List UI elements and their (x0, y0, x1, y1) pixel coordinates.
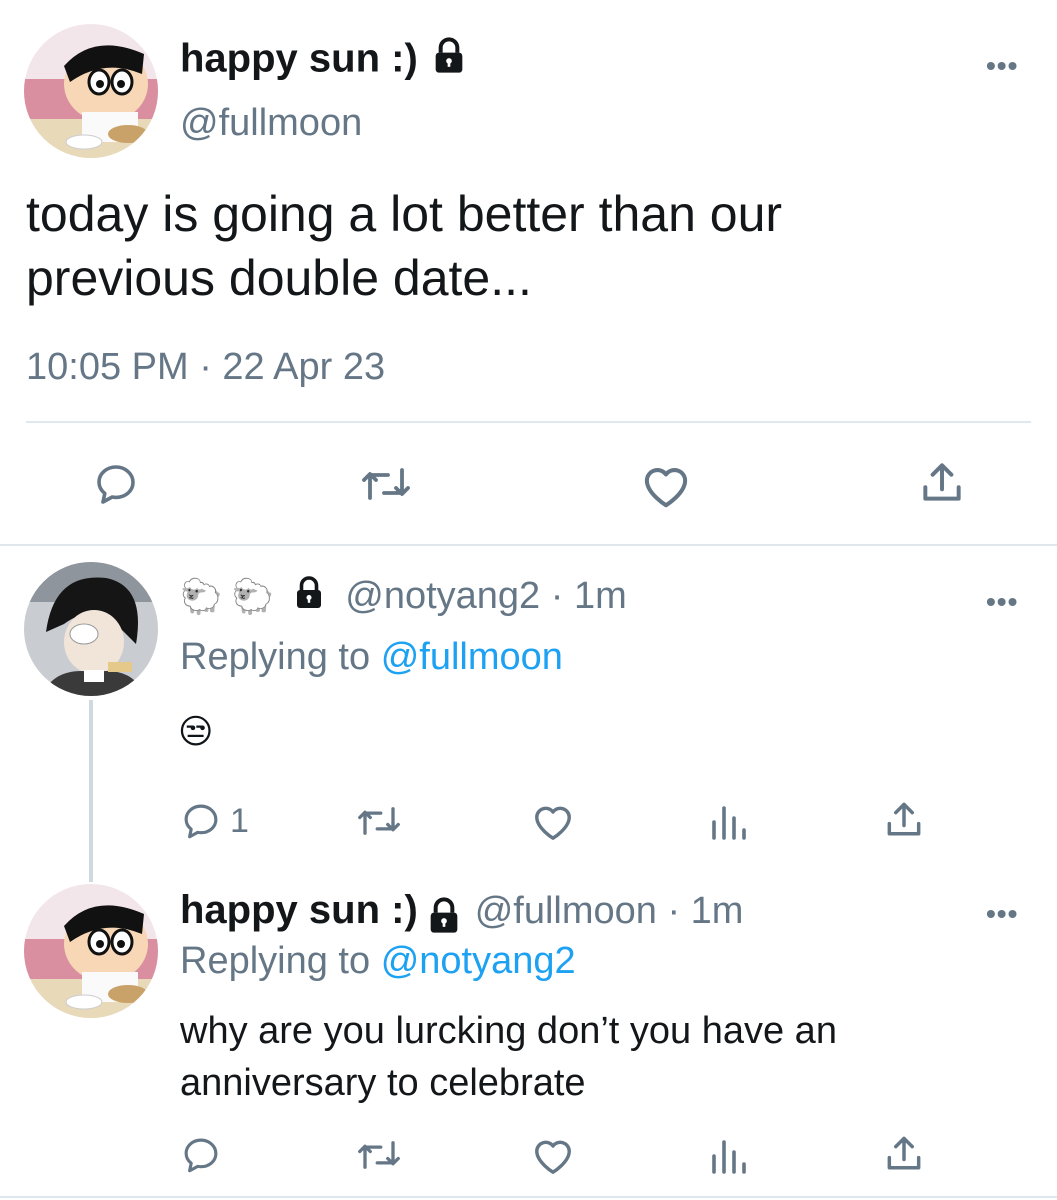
replying-prefix: Replying to (180, 636, 371, 678)
display-name[interactable]: 🐑 🐑 (180, 578, 274, 616)
avatar[interactable] (24, 562, 158, 696)
replying-to-link[interactable]: @fullmoon (381, 636, 563, 678)
reply-icon[interactable] (180, 800, 222, 842)
avatar[interactable] (24, 884, 158, 1018)
avatar-image (24, 884, 158, 1018)
lock-icon (429, 36, 469, 86)
like-icon[interactable] (530, 800, 576, 842)
replying-to: Replying to @notyang2 (180, 940, 576, 983)
reply-text: 😒 (178, 713, 214, 751)
replying-prefix: Replying to (180, 940, 371, 982)
divider (26, 421, 1031, 423)
analytics-icon[interactable] (708, 1136, 748, 1174)
reply-text: why are you lurcking don’t you have an a… (180, 1005, 837, 1109)
analytics-icon[interactable] (708, 802, 748, 840)
reply-header: happy sun :) @fullmoon · 1m (180, 888, 743, 941)
avatar-image (24, 24, 158, 158)
display-name-text: happy sun :) (180, 36, 418, 81)
reply-text-line: anniversary to celebrate (180, 1062, 586, 1104)
share-icon[interactable] (882, 1132, 926, 1176)
tweet-text: today is going a lot better than our pre… (26, 182, 782, 310)
like-icon[interactable] (530, 1134, 576, 1176)
tweet-text-line: previous double date... (26, 250, 532, 306)
more-options-icon[interactable]: ••• (986, 50, 1018, 82)
handle-time[interactable]: @notyang2 · 1m (345, 575, 627, 617)
reply-icon[interactable] (180, 1134, 222, 1176)
replying-to-link[interactable]: @notyang2 (381, 940, 576, 982)
display-name[interactable]: happy sun :) (180, 36, 469, 86)
lock-icon (424, 896, 464, 941)
display-name[interactable]: happy sun :) (180, 888, 418, 932)
timestamp[interactable]: 10:05 PM · 22 Apr 23 (26, 346, 385, 389)
more-options-icon[interactable]: ••• (986, 898, 1018, 930)
replying-to: Replying to @fullmoon (180, 636, 563, 679)
reply-count: 1 (230, 802, 249, 840)
handle-time[interactable]: @fullmoon · 1m (475, 890, 744, 932)
like-icon[interactable] (639, 460, 693, 510)
thread-line (89, 700, 93, 882)
divider (0, 1196, 1057, 1198)
share-icon[interactable] (882, 798, 926, 842)
avatar-image (24, 562, 158, 696)
reply-icon[interactable] (92, 460, 140, 508)
share-icon[interactable] (917, 458, 967, 508)
reply-header: 🐑 🐑 @notyang2 · 1m (180, 575, 627, 621)
avatar[interactable] (24, 24, 158, 158)
retweet-icon[interactable] (354, 800, 404, 842)
retweet-icon[interactable] (358, 460, 414, 508)
retweet-icon[interactable] (354, 1134, 404, 1176)
reply-text-line: why are you lurcking don’t you have an (180, 1010, 837, 1052)
divider (0, 544, 1057, 546)
tweet-text-line: today is going a lot better than our (26, 186, 783, 242)
lock-icon (291, 575, 327, 621)
handle[interactable]: @fullmoon (180, 102, 362, 145)
more-options-icon[interactable]: ••• (986, 586, 1018, 618)
